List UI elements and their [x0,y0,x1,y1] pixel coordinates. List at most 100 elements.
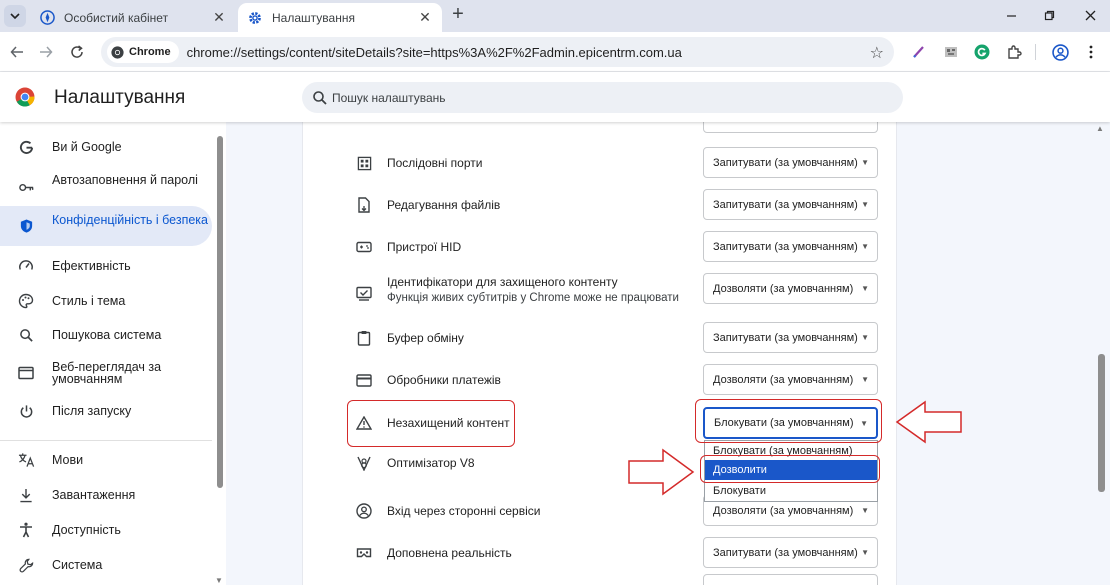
hid-device-icon [355,238,373,256]
google-g-icon [17,138,35,156]
scroll-up-arrow-icon[interactable]: ▲ [1096,124,1104,133]
dropdown-arrow-icon: ▼ [861,548,869,557]
settings-search-input[interactable]: Пошук налаштувань [302,82,903,113]
annotation-box-label [347,400,515,447]
scroll-down-arrow-icon[interactable]: ▼ [215,576,223,585]
permission-select[interactable]: Запитувати (за умовчанням) ▼ [703,231,878,262]
payment-card-icon [355,371,373,389]
permission-row-augmented-reality: Доповнена реальність Запитувати (за умов… [303,537,896,568]
sidebar-item-performance[interactable]: Ефективність [0,253,212,279]
close-icon[interactable]: ✕ [416,9,434,27]
power-icon [17,402,35,420]
chrome-chip[interactable]: Chrome [107,41,179,63]
profile-icon[interactable] [1050,42,1070,62]
minimize-icon [1006,14,1016,17]
annotation-arrow-left [895,400,962,444]
main-scrollbar-thumb[interactable] [1098,354,1105,492]
sidebar-item-languages[interactable]: Мови [0,447,212,473]
page-title: Налаштування [54,87,186,108]
dropdown-arrow-icon: ▼ [861,242,869,251]
restore-icon [1044,10,1054,20]
sidebar-item-you-and-google[interactable]: Ви й Google [0,134,212,160]
option-block[interactable]: Блокувати [705,481,877,501]
chevron-down-icon [10,13,20,20]
sidebar-item-privacy-security[interactable]: Конфіденційність і безпека [0,206,212,246]
settings-header: Налаштування Пошук налаштувань [0,72,1110,122]
account-circle-icon [355,502,373,520]
pen-extension-icon[interactable] [909,42,929,62]
dropdown-arrow-icon: ▼ [861,284,869,293]
sidebar-item-on-startup[interactable]: Після запуску [0,398,212,424]
permission-select[interactable]: Запитувати (за умовчанням) ▼ [703,189,878,220]
grammarly-icon[interactable] [972,42,992,62]
serial-port-icon [355,154,373,172]
reload-button[interactable] [67,42,87,62]
permission-select[interactable]: Дозволяти (за умовчанням) ▼ [703,273,878,304]
permission-row-clipboard: Буфер обміну Запитувати (за умовчанням) … [303,322,896,353]
forward-button[interactable] [36,42,56,62]
address-bar[interactable]: Chrome chrome://settings/content/siteDet… [101,37,894,67]
permission-row-hid-devices: Пристрої HID Запитувати (за умовчанням) … [303,231,896,262]
permission-select[interactable]: Запитувати (за умовчанням) ▼ [703,537,878,568]
new-tab-button[interactable]: + [448,4,468,25]
chrome-logo-icon [111,45,124,59]
annotation-box-option [700,455,880,483]
close-icon [1085,10,1095,20]
permission-select-partial[interactable] [703,122,878,133]
back-button[interactable] [7,42,27,62]
sidebar-item-downloads[interactable]: Завантаження [0,482,212,508]
toolbar-divider [1035,44,1036,60]
tab-strip: Особистий кабінет ✕ Налаштування ✕ + [0,0,1110,32]
star-icon[interactable]: ☆ [870,43,884,63]
site-favicon-icon [39,10,55,26]
permission-select-partial[interactable] [703,574,878,585]
sidebar-item-appearance[interactable]: Стиль і тема [0,288,212,314]
permission-select[interactable]: Запитувати (за умовчанням) ▼ [703,322,878,353]
menu-dots-icon[interactable] [1081,42,1101,62]
translate-icon [17,451,35,469]
browser-window-icon [17,364,35,382]
search-icon [313,90,327,105]
gear-icon [247,10,263,26]
extensions-icon[interactable] [1004,42,1024,62]
chip-label: Chrome [129,46,171,58]
dropdown-arrow-icon: ▼ [861,333,869,342]
shield-icon [17,217,35,235]
tab-personal-cabinet[interactable]: Особистий кабінет ✕ [30,3,236,32]
permission-select[interactable]: Дозволяти (за умовчанням) ▼ [703,364,878,395]
wrench-icon [17,556,35,574]
chrome-logo-icon [15,87,35,107]
site-permissions-card: Послідовні порти Запитувати (за умовчанн… [303,122,896,585]
speedometer-icon [17,257,35,275]
back-icon [10,46,23,58]
browser-toolbar: Chrome chrome://settings/content/siteDet… [0,32,1110,72]
file-edit-icon [355,196,373,214]
dropdown-arrow-icon: ▼ [861,375,869,384]
permission-row-serial-ports: Послідовні порти Запитувати (за умовчанн… [303,147,896,178]
tab-search-button[interactable] [4,5,26,27]
qr-extension-icon[interactable] [941,42,961,62]
dropdown-arrow-icon: ▼ [861,200,869,209]
url-text: chrome://settings/content/siteDetails?si… [186,44,682,60]
minimize-button[interactable] [993,2,1029,28]
sidebar-divider [0,440,212,441]
sidebar-item-accessibility[interactable]: Доступність [0,517,212,543]
search-placeholder: Пошук налаштувань [332,90,446,105]
tab-settings[interactable]: Налаштування ✕ [238,3,442,32]
permission-row-protected-content: Ідентифікатори для захищеного контенту Ф… [303,272,896,314]
sidebar-item-system[interactable]: Система [0,552,212,578]
permission-row-file-editing: Редагування файлів Запитувати (за умовча… [303,189,896,220]
sidebar-item-autofill[interactable]: Автозаповнення й паролі [0,170,212,204]
tab-title: Особистий кабінет [64,10,169,25]
close-icon[interactable]: ✕ [210,9,228,27]
clipboard-icon [355,329,373,347]
permission-select[interactable]: Запитувати (за умовчанням) ▼ [703,147,878,178]
sidebar-item-default-browser[interactable]: Веб-переглядач за умовчанням [0,356,212,390]
accessibility-icon [17,521,35,539]
sidebar-item-search-engine[interactable]: Пошукова система [0,322,212,348]
close-window-button[interactable] [1072,2,1108,28]
sidebar-scrollbar-thumb[interactable] [217,136,223,488]
settings-main: Послідовні порти Запитувати (за умовчанн… [226,122,1110,585]
restore-button[interactable] [1031,2,1067,28]
palette-icon [17,292,35,310]
